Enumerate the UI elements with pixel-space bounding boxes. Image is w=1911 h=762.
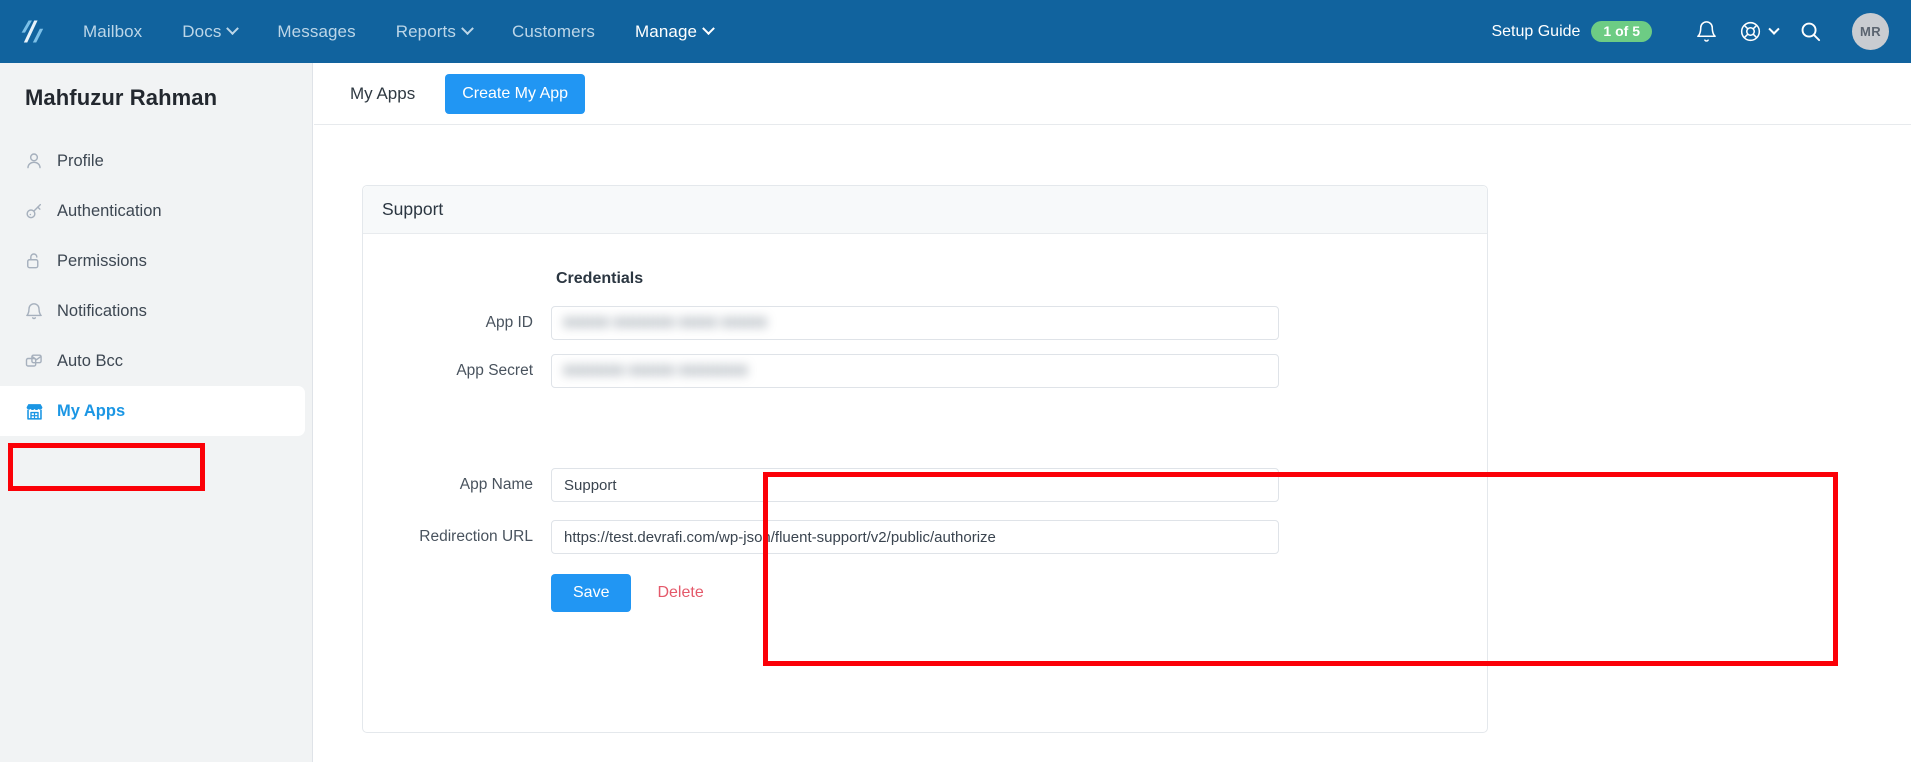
sidebar-item-permissions[interactable]: Permissions xyxy=(0,236,313,286)
form-action-row: Save Delete xyxy=(551,574,704,612)
create-my-app-button[interactable]: Create My App xyxy=(445,73,586,114)
help-support-button[interactable] xyxy=(1732,0,1784,63)
setup-guide-button[interactable]: Setup Guide 1 of 5 xyxy=(1491,21,1652,42)
app-name-label: App Name xyxy=(459,476,533,493)
app-id-label: App ID xyxy=(485,314,533,331)
sidebar-item-authentication[interactable]: Authentication xyxy=(0,186,313,236)
chevron-down-icon xyxy=(226,22,240,36)
nav-link-docs-label: Docs xyxy=(182,21,222,41)
app-name-input[interactable] xyxy=(551,468,1279,502)
main-content: My Apps Create My App Support Credential… xyxy=(314,63,1911,762)
avatar[interactable]: MR xyxy=(1852,13,1889,50)
envelope-copy-icon xyxy=(24,351,54,371)
nav-link-customers[interactable]: Customers xyxy=(492,0,615,63)
nav-link-customers-label: Customers xyxy=(511,21,596,41)
nav-link-messages-label: Messages xyxy=(277,21,356,41)
nav-link-manage[interactable]: Manage xyxy=(615,0,733,63)
sidebar-item-auto-bcc[interactable]: Auto Bcc xyxy=(0,336,313,386)
card-header-title: Support xyxy=(382,199,444,219)
app-secret-redacted-value: ▮▮▮▮▮▮▮▮ ▮▮▮▮▮▮ ▮▮▮▮▮▮▮▮▮ xyxy=(563,361,748,377)
nav-link-messages[interactable]: Messages xyxy=(257,0,375,63)
setup-guide-label: Setup Guide xyxy=(1491,22,1581,40)
user-icon xyxy=(24,151,54,171)
app-card: Support Credentials App ID ▮▮▮▮▮▮ ▮▮▮▮▮▮… xyxy=(362,185,1838,733)
nav-link-docs[interactable]: Docs xyxy=(162,0,257,63)
tab-bar: My Apps Create My App xyxy=(314,63,1911,125)
redirection-url-input[interactable] xyxy=(551,520,1279,554)
chevron-down-icon xyxy=(1767,23,1780,35)
field-row-app-id: App ID ▮▮▮▮▮▮ ▮▮▮▮▮▮▮▮ ▮▮▮▮▮ ▮▮▮▮▮▮ xyxy=(363,306,1489,340)
sidebar-item-permissions-label: Permissions xyxy=(57,251,147,270)
field-row-app-secret: App Secret ▮▮▮▮▮▮▮▮ ▮▮▮▮▮▮ ▮▮▮▮▮▮▮▮▮ xyxy=(363,354,1489,388)
sidebar-item-my-apps[interactable]: My Apps xyxy=(0,386,305,436)
nav-link-mailbox-label: Mailbox xyxy=(83,21,143,41)
sidebar-item-my-apps-label: My Apps xyxy=(57,401,126,420)
delete-button[interactable]: Delete xyxy=(657,584,703,602)
app-id-redacted-value: ▮▮▮▮▮▮ ▮▮▮▮▮▮▮▮ ▮▮▮▮▮ ▮▮▮▮▮▮ xyxy=(563,313,768,329)
sidebar-item-notifications[interactable]: Notifications xyxy=(0,286,313,336)
tab-my-apps[interactable]: My Apps xyxy=(336,78,429,110)
avatar-initials: MR xyxy=(1859,24,1882,39)
unlock-icon xyxy=(24,251,54,271)
field-row-redirection-url: Redirection URL xyxy=(363,520,1489,554)
credentials-heading: Credentials xyxy=(556,270,644,287)
search-button[interactable] xyxy=(1784,0,1836,63)
key-icon xyxy=(24,201,54,221)
sidebar-nav: Profile Authentication Permissions Notif… xyxy=(0,136,313,436)
card-body: Credentials App ID ▮▮▮▮▮▮ ▮▮▮▮▮▮▮▮ ▮▮▮▮▮… xyxy=(363,234,1838,732)
card-header: Support xyxy=(363,186,1487,234)
helpscout-logo[interactable] xyxy=(0,0,63,63)
app-secret-label: App Secret xyxy=(456,362,533,379)
my-apps-highlight-annotation xyxy=(8,443,205,491)
sidebar: Mahfuzur Rahman Profile Authentication P… xyxy=(0,63,313,762)
sidebar-item-notifications-label: Notifications xyxy=(57,301,147,320)
setup-guide-progress-badge: 1 of 5 xyxy=(1591,21,1652,42)
storefront-icon xyxy=(24,401,54,422)
app-id-input[interactable]: ▮▮▮▮▮▮ ▮▮▮▮▮▮▮▮ ▮▮▮▮▮ ▮▮▮▮▮▮ xyxy=(551,306,1279,340)
primary-nav-links: Mailbox Docs Messages Reports Customers … xyxy=(63,0,733,63)
page-title: Mahfuzur Rahman xyxy=(25,85,218,110)
nav-link-reports[interactable]: Reports xyxy=(376,0,492,63)
nav-link-manage-label: Manage xyxy=(635,21,698,41)
sidebar-item-auto-bcc-label: Auto Bcc xyxy=(57,351,124,370)
chevron-down-icon xyxy=(702,22,715,36)
field-row-app-name: App Name xyxy=(363,468,1489,502)
sidebar-item-profile[interactable]: Profile xyxy=(0,136,313,186)
search-icon xyxy=(1801,22,1820,42)
save-button[interactable]: Save xyxy=(551,574,632,612)
bell-icon xyxy=(1696,21,1716,42)
sidebar-item-authentication-label: Authentication xyxy=(57,201,162,220)
chevron-down-icon xyxy=(461,22,474,36)
top-navigation-bar: Mailbox Docs Messages Reports Customers … xyxy=(0,0,1911,63)
notifications-bell-button[interactable] xyxy=(1680,0,1732,63)
lifebuoy-icon xyxy=(1740,21,1760,42)
bell-icon xyxy=(24,301,54,321)
app-secret-input[interactable]: ▮▮▮▮▮▮▮▮ ▮▮▮▮▮▮ ▮▮▮▮▮▮▮▮▮ xyxy=(551,354,1279,388)
nav-link-mailbox[interactable]: Mailbox xyxy=(63,0,162,63)
redirection-url-label: Redirection URL xyxy=(419,528,533,545)
nav-link-reports-label: Reports xyxy=(395,21,456,41)
nav-right-cluster: Setup Guide 1 of 5 MR xyxy=(1491,0,1911,63)
sidebar-item-profile-label: Profile xyxy=(57,151,104,170)
